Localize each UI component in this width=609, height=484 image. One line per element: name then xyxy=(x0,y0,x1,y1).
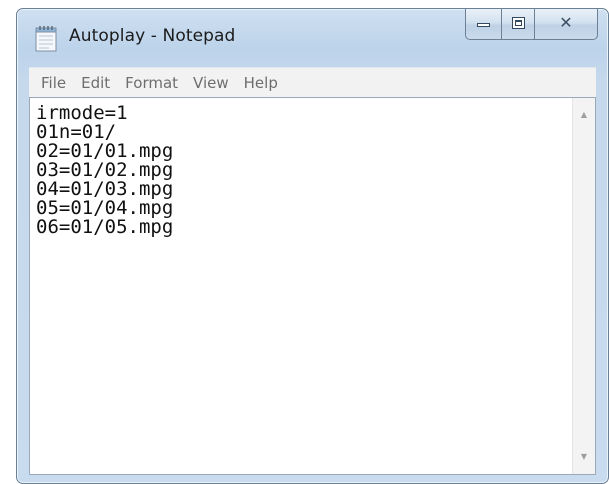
close-icon: ✕ xyxy=(559,13,573,32)
notepad-window: Autoplay - Notepad ✕ File Edit Format Vi… xyxy=(16,8,609,484)
text-line: 06=01/05.mpg xyxy=(36,216,174,238)
menu-help[interactable]: Help xyxy=(238,74,287,92)
close-button[interactable]: ✕ xyxy=(534,9,598,40)
title-bar[interactable]: Autoplay - Notepad ✕ xyxy=(17,9,608,65)
caption-buttons: ✕ xyxy=(465,9,598,41)
scroll-down-arrow-icon[interactable]: ▼ xyxy=(573,448,595,466)
maximize-button[interactable] xyxy=(501,9,534,40)
menu-bar: File Edit Format View Help xyxy=(29,67,596,98)
notepad-icon[interactable] xyxy=(35,25,57,52)
maximize-icon xyxy=(512,17,525,29)
minimize-button[interactable] xyxy=(465,9,501,40)
editor-text[interactable]: irmode=1 01n=01/ 02=01/01.mpg 03=01/02.m… xyxy=(36,104,565,237)
minimize-icon xyxy=(477,23,490,27)
scroll-up-arrow-icon[interactable]: ▲ xyxy=(573,106,595,124)
menu-format[interactable]: Format xyxy=(119,74,187,92)
menu-file[interactable]: File xyxy=(35,74,75,92)
text-editor[interactable]: irmode=1 01n=01/ 02=01/01.mpg 03=01/02.m… xyxy=(29,97,596,475)
vertical-scrollbar[interactable]: ▲ ▼ xyxy=(572,98,595,474)
menu-view[interactable]: View xyxy=(187,74,238,92)
window-title: Autoplay - Notepad xyxy=(69,26,236,46)
menu-edit[interactable]: Edit xyxy=(75,74,119,92)
